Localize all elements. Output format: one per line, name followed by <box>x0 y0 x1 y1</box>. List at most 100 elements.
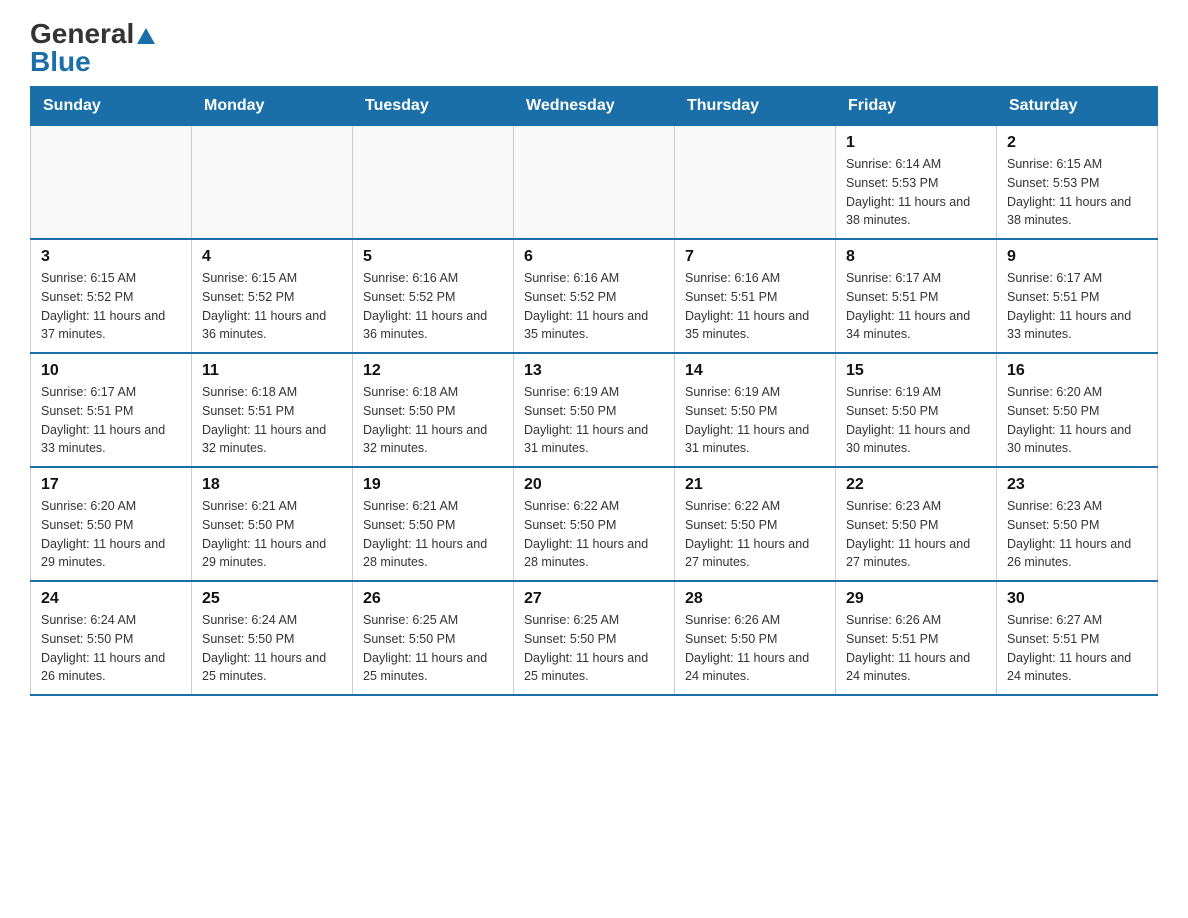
day-number: 14 <box>685 362 825 380</box>
day-number: 7 <box>685 248 825 266</box>
calendar-week-row: 3 Sunrise: 6:15 AM Sunset: 5:52 PM Daylig… <box>31 239 1158 353</box>
calendar-cell: 5Sunrise: 6:16 AM Sunset: 5:52 PM Daylig… <box>353 239 514 353</box>
day-number: 1 <box>846 134 986 152</box>
day-number: 23 <box>1007 476 1147 494</box>
day-number: 12 <box>363 362 503 380</box>
day-info: Sunrise: 6:17 AM Sunset: 5:51 PM Dayligh… <box>1007 269 1147 344</box>
day-number: 26 <box>363 590 503 608</box>
day-number: 10 <box>41 362 181 380</box>
calendar-cell: 6Sunrise: 6:16 AM Sunset: 5:52 PM Daylig… <box>514 239 675 353</box>
day-info: Sunrise: 6:24 AM Sunset: 5:50 PM Dayligh… <box>202 611 342 686</box>
day-number: 17 <box>41 476 181 494</box>
day-number: 8 <box>846 248 986 266</box>
day-info: Sunrise: 6:15 AM Sunset: 5:53 PM Dayligh… <box>1007 155 1147 230</box>
day-number: 25 <box>202 590 342 608</box>
calendar-cell: 4Sunrise: 6:15 AM Sunset: 5:52 PM Daylig… <box>192 239 353 353</box>
calendar-cell <box>514 126 675 240</box>
calendar-cell: 18 Sunrise: 6:21 AM Sunset: 5:50 PM Dayli… <box>192 467 353 581</box>
logo-blue-text: Blue <box>30 48 91 76</box>
weekday-header-friday: Friday <box>836 87 997 126</box>
calendar-cell: 28 Sunrise: 6:26 AM Sunset: 5:50 PM Dayli… <box>675 581 836 695</box>
day-info: Sunrise: 6:26 AM Sunset: 5:50 PM Dayligh… <box>685 611 825 686</box>
calendar-cell: 22 Sunrise: 6:23 AM Sunset: 5:50 PM Dayli… <box>836 467 997 581</box>
day-number: 19 <box>363 476 503 494</box>
calendar-cell: 2 Sunrise: 6:15 AM Sunset: 5:53 PM Daylig… <box>997 126 1158 240</box>
day-number: 18 <box>202 476 342 494</box>
calendar-cell: 19 Sunrise: 6:21 AM Sunset: 5:50 PM Dayli… <box>353 467 514 581</box>
day-info: Sunrise: 6:21 AM Sunset: 5:50 PM Dayligh… <box>202 497 342 572</box>
day-info: Sunrise: 6:22 AM Sunset: 5:50 PM Dayligh… <box>685 497 825 572</box>
calendar-cell <box>192 126 353 240</box>
day-number: 30 <box>1007 590 1147 608</box>
day-number: 21 <box>685 476 825 494</box>
calendar-week-row: 24 Sunrise: 6:24 AM Sunset: 5:50 PM Dayli… <box>31 581 1158 695</box>
calendar-cell: 13 Sunrise: 6:19 AM Sunset: 5:50 PM Dayli… <box>514 353 675 467</box>
calendar-cell: 17 Sunrise: 6:20 AM Sunset: 5:50 PM Dayli… <box>31 467 192 581</box>
calendar-cell: 9 Sunrise: 6:17 AM Sunset: 5:51 PM Daylig… <box>997 239 1158 353</box>
day-info: Sunrise: 6:16 AM Sunset: 5:51 PM Dayligh… <box>685 269 825 344</box>
day-info: Sunrise: 6:14 AM Sunset: 5:53 PM Dayligh… <box>846 155 986 230</box>
weekday-header-saturday: Saturday <box>997 87 1158 126</box>
day-info: Sunrise: 6:25 AM Sunset: 5:50 PM Dayligh… <box>524 611 664 686</box>
day-info: Sunrise: 6:19 AM Sunset: 5:50 PM Dayligh… <box>524 383 664 458</box>
day-number: 11 <box>202 362 342 380</box>
day-number: 2 <box>1007 134 1147 152</box>
logo-general-text: General <box>30 20 155 48</box>
day-info: Sunrise: 6:16 AM Sunset: 5:52 PM Dayligh… <box>524 269 664 344</box>
calendar-cell: 25 Sunrise: 6:24 AM Sunset: 5:50 PM Dayli… <box>192 581 353 695</box>
day-number: 22 <box>846 476 986 494</box>
day-number: 9 <box>1007 248 1147 266</box>
day-info: Sunrise: 6:17 AM Sunset: 5:51 PM Dayligh… <box>41 383 181 458</box>
calendar-week-row: 17 Sunrise: 6:20 AM Sunset: 5:50 PM Dayli… <box>31 467 1158 581</box>
day-number: 15 <box>846 362 986 380</box>
calendar-week-row: 10 Sunrise: 6:17 AM Sunset: 5:51 PM Dayli… <box>31 353 1158 467</box>
weekday-header-sunday: Sunday <box>31 87 192 126</box>
calendar-cell: 8Sunrise: 6:17 AM Sunset: 5:51 PM Daylig… <box>836 239 997 353</box>
calendar-cell <box>675 126 836 240</box>
weekday-header-monday: Monday <box>192 87 353 126</box>
page-header: General Blue <box>30 20 1158 76</box>
calendar-cell: 14 Sunrise: 6:19 AM Sunset: 5:50 PM Dayli… <box>675 353 836 467</box>
day-info: Sunrise: 6:18 AM Sunset: 5:50 PM Dayligh… <box>363 383 503 458</box>
calendar-cell: 29 Sunrise: 6:26 AM Sunset: 5:51 PM Dayli… <box>836 581 997 695</box>
calendar-cell <box>31 126 192 240</box>
weekday-header-wednesday: Wednesday <box>514 87 675 126</box>
day-number: 27 <box>524 590 664 608</box>
day-number: 20 <box>524 476 664 494</box>
calendar-cell: 11 Sunrise: 6:18 AM Sunset: 5:51 PM Dayli… <box>192 353 353 467</box>
day-info: Sunrise: 6:23 AM Sunset: 5:50 PM Dayligh… <box>846 497 986 572</box>
day-number: 29 <box>846 590 986 608</box>
day-info: Sunrise: 6:16 AM Sunset: 5:52 PM Dayligh… <box>363 269 503 344</box>
calendar-cell: 20 Sunrise: 6:22 AM Sunset: 5:50 PM Dayli… <box>514 467 675 581</box>
day-info: Sunrise: 6:20 AM Sunset: 5:50 PM Dayligh… <box>1007 383 1147 458</box>
calendar-cell: 3 Sunrise: 6:15 AM Sunset: 5:52 PM Daylig… <box>31 239 192 353</box>
day-info: Sunrise: 6:19 AM Sunset: 5:50 PM Dayligh… <box>685 383 825 458</box>
day-info: Sunrise: 6:26 AM Sunset: 5:51 PM Dayligh… <box>846 611 986 686</box>
day-info: Sunrise: 6:20 AM Sunset: 5:50 PM Dayligh… <box>41 497 181 572</box>
day-info: Sunrise: 6:18 AM Sunset: 5:51 PM Dayligh… <box>202 383 342 458</box>
calendar-cell: 23 Sunrise: 6:23 AM Sunset: 5:50 PM Dayli… <box>997 467 1158 581</box>
calendar-table: SundayMondayTuesdayWednesdayThursdayFrid… <box>30 86 1158 696</box>
day-number: 28 <box>685 590 825 608</box>
day-info: Sunrise: 6:24 AM Sunset: 5:50 PM Dayligh… <box>41 611 181 686</box>
calendar-header-row: SundayMondayTuesdayWednesdayThursdayFrid… <box>31 87 1158 126</box>
calendar-cell: 12 Sunrise: 6:18 AM Sunset: 5:50 PM Dayli… <box>353 353 514 467</box>
calendar-cell: 10 Sunrise: 6:17 AM Sunset: 5:51 PM Dayli… <box>31 353 192 467</box>
day-number: 13 <box>524 362 664 380</box>
calendar-week-row: 1 Sunrise: 6:14 AM Sunset: 5:53 PM Daylig… <box>31 126 1158 240</box>
day-info: Sunrise: 6:21 AM Sunset: 5:50 PM Dayligh… <box>363 497 503 572</box>
calendar-cell: 26Sunrise: 6:25 AM Sunset: 5:50 PM Dayli… <box>353 581 514 695</box>
weekday-header-tuesday: Tuesday <box>353 87 514 126</box>
day-info: Sunrise: 6:23 AM Sunset: 5:50 PM Dayligh… <box>1007 497 1147 572</box>
day-number: 16 <box>1007 362 1147 380</box>
day-number: 24 <box>41 590 181 608</box>
calendar-cell: 30Sunrise: 6:27 AM Sunset: 5:51 PM Dayli… <box>997 581 1158 695</box>
day-info: Sunrise: 6:15 AM Sunset: 5:52 PM Dayligh… <box>41 269 181 344</box>
calendar-cell: 1 Sunrise: 6:14 AM Sunset: 5:53 PM Daylig… <box>836 126 997 240</box>
calendar-cell: 7 Sunrise: 6:16 AM Sunset: 5:51 PM Daylig… <box>675 239 836 353</box>
calendar-cell <box>353 126 514 240</box>
weekday-header-thursday: Thursday <box>675 87 836 126</box>
day-number: 3 <box>41 248 181 266</box>
day-number: 4 <box>202 248 342 266</box>
day-info: Sunrise: 6:22 AM Sunset: 5:50 PM Dayligh… <box>524 497 664 572</box>
